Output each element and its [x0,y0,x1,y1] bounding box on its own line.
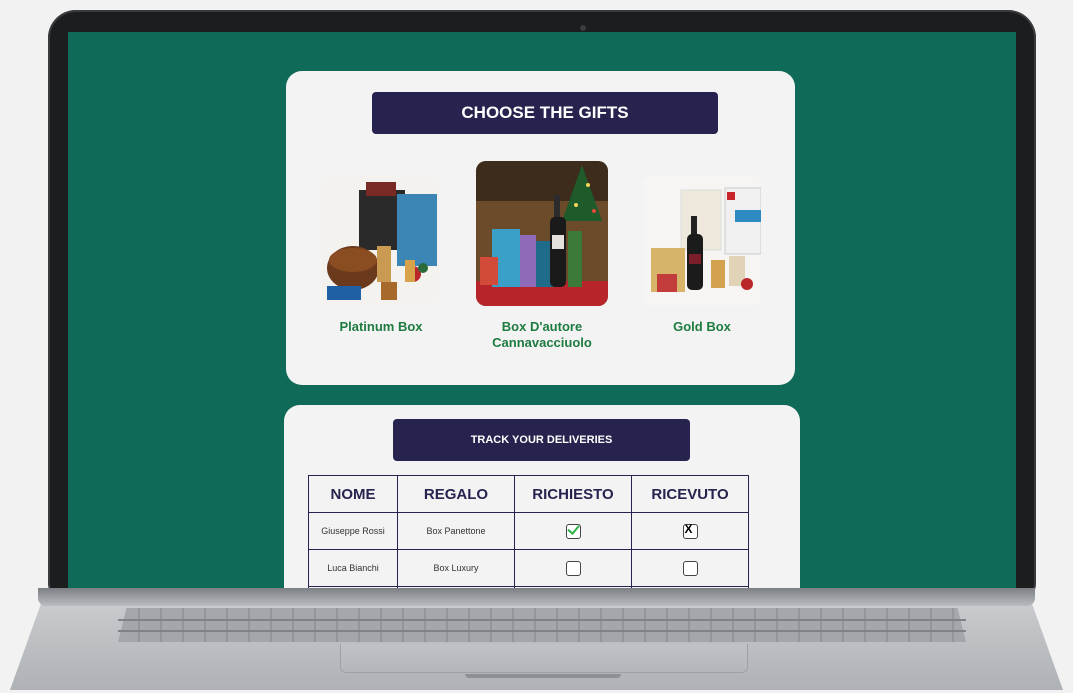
camera-icon [580,25,586,31]
richiesto-checkbox[interactable] [565,560,581,576]
choose-gifts-title: CHOOSE THE GIFTS [372,92,718,134]
box-dautore-label-line2: Cannavacciuolo [492,335,592,350]
cell-nome: Luca Bianchi [308,549,398,587]
column-header-ricevuto: RICEVUTO [631,475,749,513]
deliveries-table: NOME REGALO RICHIESTO RICEVUTO Giuseppe … [308,475,749,588]
column-header-nome: NOME [308,475,398,513]
laptop-hinge [38,588,1035,606]
cell-regalo: Box Luxury [397,549,515,587]
cell-regalo: Box Panettone [397,512,515,550]
cell-nome: Giuseppe Rossi [308,512,398,550]
table-row: Giuseppe Rossi Box Panettone X [308,512,749,550]
keyboard-row-divider [118,630,966,632]
cell-richiesto [514,549,632,587]
track-deliveries-title: TRACK YOUR DELIVERIES [393,419,690,461]
gold-box-label[interactable]: Gold Box [636,319,768,335]
platinum-box-label[interactable]: Platinum Box [314,319,448,335]
ricevuto-checkbox[interactable] [682,560,698,576]
tracking-card: TRACK YOUR DELIVERIES NOME REGALO RICHIE… [284,405,800,588]
laptop-lip [465,674,621,678]
cell-ricevuto [631,549,749,587]
gifts-card: CHOOSE THE GIFTS Platinum Box Box D'auto… [286,71,795,385]
cell-richiesto [514,512,632,550]
gold-box-image[interactable] [643,176,761,306]
richiesto-checkbox-checked[interactable] [565,523,581,539]
trackpad [340,644,748,673]
table-header-row: NOME REGALO RICHIESTO RICEVUTO [308,475,749,513]
keyboard-row-divider [118,619,966,621]
box-dautore-label-line1: Box D'autore [501,319,583,334]
cell-ricevuto: X [631,512,749,550]
platinum-box-image[interactable] [321,176,439,306]
x-mark: X [684,521,693,536]
laptop-base [0,588,1073,693]
box-dautore-image[interactable] [476,161,608,306]
ricevuto-checkbox-x[interactable]: X [682,521,698,539]
column-header-regalo: REGALO [397,475,515,513]
box-dautore-label[interactable]: Box D'autore Cannavacciuolo [471,319,613,351]
column-header-richiesto: RICHIESTO [514,475,632,513]
table-row: Luca Bianchi Box Luxury [308,549,749,587]
keyboard [118,608,966,642]
screen: CHOOSE THE GIFTS Platinum Box Box D'auto… [68,32,1016,588]
